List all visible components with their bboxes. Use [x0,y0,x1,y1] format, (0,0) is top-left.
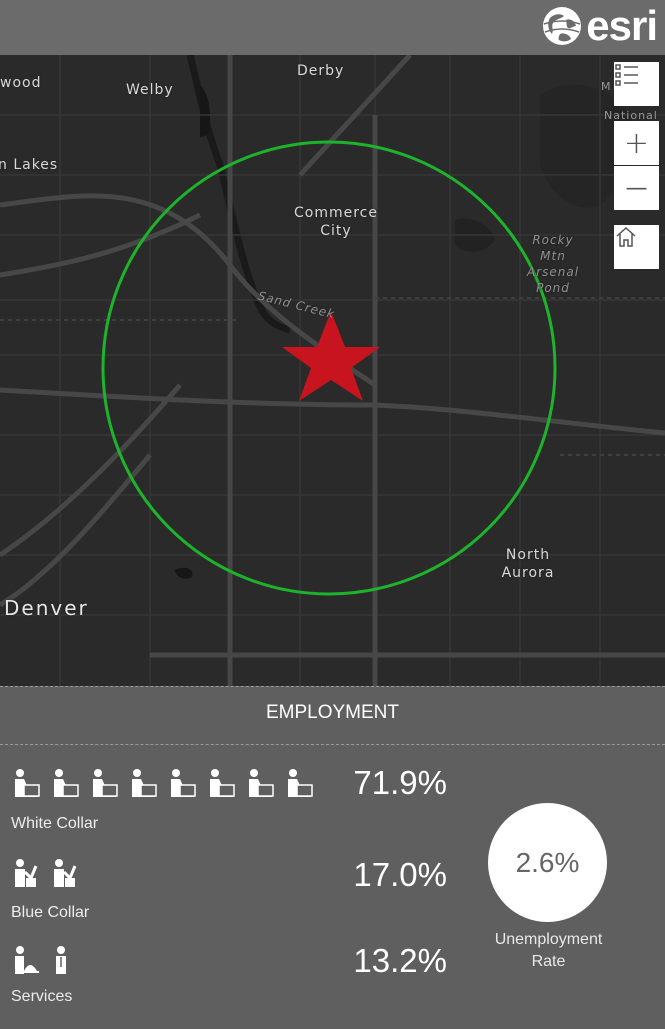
services-icon-row [12,945,79,975]
globe-icon [543,7,582,45]
top-divider [0,686,665,687]
small-lake-shape [175,567,193,579]
white-collar-worker-icon [93,769,118,797]
blue-collar-worker-icon [54,859,77,887]
white-collar-worker-icon [171,769,196,797]
white-collar-worker-icon [210,769,235,797]
white-collar-label: White Collar [11,815,99,832]
blue-collar-worker-icon [15,859,38,887]
service-worker-icon [56,946,66,974]
zoom-in-button[interactable]: + [614,121,659,165]
zoom-out-button[interactable]: — [614,166,659,210]
white-collar-worker-icon [249,769,274,797]
legend-list-button[interactable] [614,62,659,106]
app-header: esri [0,0,665,55]
home-button[interactable] [614,225,659,269]
unemployment-label-line2: Rate [531,953,566,970]
unemployment-rate-value: 2.6% [515,846,580,878]
blue-collar-label: Blue Collar [11,904,90,921]
white-collar-worker-icon [54,769,79,797]
map-label-wood: wood [0,75,42,91]
home-icon [616,226,636,247]
blue-collar-icon-row [12,858,79,888]
services-value: 13.2% [353,942,447,979]
services-label: Services [11,988,73,1005]
list-icon [615,64,638,86]
map-label-derby: Derby [297,63,345,79]
employment-panel: EMPLOYMENT 71.9% White Collar 17.0% Blue… [0,686,665,1029]
map-label-north-aurora: North Aurora [501,547,555,581]
map-label-commerce-city: Commerce City [294,205,378,239]
blue-collar-value: 17.0% [353,856,447,893]
unemployment-label-line1: Unemployment [494,931,603,948]
map-label-welby: Welby [126,82,174,98]
esri-logo: esri [540,2,658,49]
location-star-marker[interactable] [282,311,380,401]
minus-icon: — [625,175,648,201]
map-label-lakes: n Lakes [0,157,59,173]
basemap [0,55,665,686]
logo-text: esri [586,2,658,49]
white-collar-worker-icon [132,769,157,797]
map-view[interactable]: Derby Welby wood n Lakes Commerce City S… [0,55,665,686]
lake-shape [200,85,210,137]
plus-icon: + [623,125,650,161]
white-collar-worker-icon [288,769,313,797]
title-divider [0,744,665,745]
white-collar-icon-row [12,768,313,798]
map-label-edge-m: M [601,80,612,93]
white-collar-worker-icon [15,769,40,797]
unemployment-rate-label: Unemployment Rate [470,929,627,973]
service-worker-icon [15,946,39,974]
white-collar-value: 71.9% [353,764,447,801]
unemployment-rate-circle: 2.6% [488,803,607,922]
employment-title: EMPLOYMENT [265,702,400,723]
map-label-denver: Denver [4,596,89,620]
map-label-rocky-mtn-arsenal: Rocky Mtn Arsenal Pond [526,233,580,295]
